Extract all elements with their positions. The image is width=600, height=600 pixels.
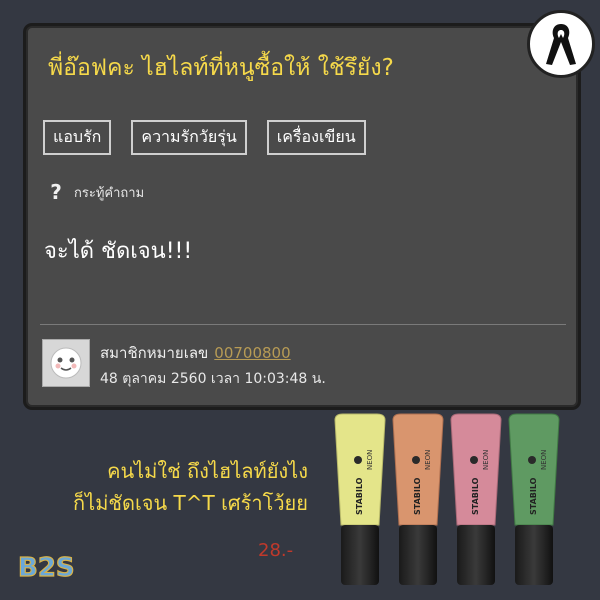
question-post-card: พี่อ๊อฟคะ ไฮไลท์ที่หนูซื้อให้ ใช้รึยัง? … [26, 26, 578, 407]
post-type-label: กระทู้คำถาม [74, 185, 145, 201]
post-date: 48 ตุลาคม 2560 เวลา 10:03:48 น. [100, 371, 326, 387]
marker-line-4: NEON [540, 450, 548, 470]
marker-line-2: NEON [424, 450, 432, 470]
marker-brand-3: STABILO [471, 477, 480, 515]
member-id-link[interactable]: 00700800 [214, 344, 290, 362]
caption: คนไม่ใช่ ถึงไฮไลท์ยังไง ก็ไม่ชัดเจน T^T … [73, 455, 308, 519]
tag-stationery[interactable]: เครื่องเขียน [266, 120, 366, 155]
post-title[interactable]: พี่อ๊อฟคะ ไฮไลท์ที่หนูซื้อให้ ใช้รึยัง? [48, 50, 394, 86]
logo-text: B2S [18, 553, 75, 583]
marker-line-3: NEON [482, 450, 490, 470]
tag-secret-love[interactable]: แอบรัก [43, 120, 112, 155]
marker-line-1: NEON [366, 450, 374, 470]
black-ribbon-icon [527, 10, 595, 78]
member-label: สมาชิกหมายเลข [100, 344, 209, 362]
post-body: จะได้ ชัดเจน!!! [44, 239, 193, 264]
question-mark-icon: ? [50, 180, 62, 204]
marker-brand-1: STABILO [355, 477, 364, 515]
member-info: สมาชิกหมายเลข 00700800 48 ตุลาคม 2560 เวล… [42, 339, 326, 390]
post-type: ? กระทู้คำถาม [48, 180, 144, 204]
smiley-avatar-icon[interactable] [42, 339, 90, 387]
marker-brand-4: STABILO [529, 477, 538, 515]
price-label: 28.- [258, 540, 294, 561]
caption-line-1: คนไม่ใช่ ถึงไฮไลท์ยังไง [107, 459, 308, 483]
tag-teen-love[interactable]: ความรักวัยรุ่น [131, 120, 247, 155]
caption-line-2: ก็ไม่ชัดเจน T^T เศร้าโว้ยย [73, 491, 308, 515]
divider [40, 324, 566, 325]
highlighter-markers: STABILO STABILO STABILO STABILO NEON NEO… [334, 413, 560, 585]
tag-list: แอบรัก ความรักวัยรุ่น เครื่องเขียน [43, 120, 366, 155]
marker-brand-2: STABILO [413, 477, 422, 515]
b2s-logo: B2S [18, 552, 75, 583]
